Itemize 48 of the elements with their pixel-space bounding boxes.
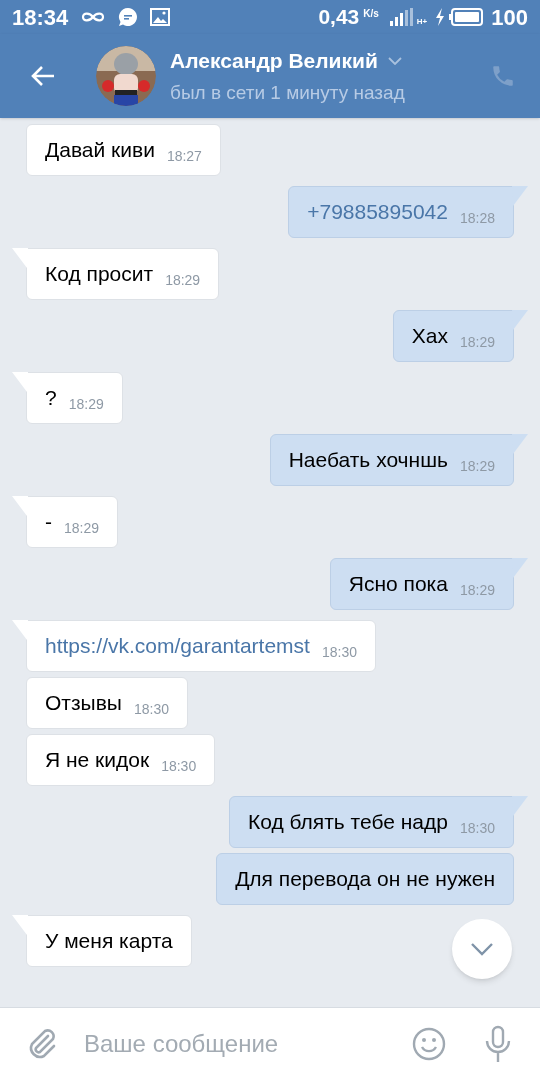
message-time: 18:29 bbox=[459, 457, 495, 476]
message-text: Хах bbox=[411, 324, 448, 348]
message-text: Давай киви bbox=[45, 138, 155, 162]
message-time: 18:29 bbox=[459, 581, 495, 600]
network-type: H+ bbox=[416, 16, 428, 28]
message-time: 18:30 bbox=[459, 819, 495, 838]
message-text: Для перевода он не нужен bbox=[235, 867, 495, 891]
message-text: Ясно пока bbox=[348, 572, 448, 596]
last-seen-status: был в сети 1 минуту назад bbox=[170, 80, 406, 105]
chevron-down-icon bbox=[470, 942, 494, 956]
message-text: Код блять тебе надр bbox=[247, 810, 448, 834]
message-time: 18:30 bbox=[161, 757, 197, 776]
status-time: 18:34 bbox=[12, 3, 69, 32]
message-text: Я не кидок bbox=[45, 748, 150, 772]
message-text: Наебать хочншь bbox=[288, 448, 448, 472]
charging-icon bbox=[435, 8, 446, 26]
chat-bubble-icon bbox=[118, 7, 139, 27]
microphone-icon[interactable] bbox=[484, 1025, 512, 1063]
speed-unit: K/s bbox=[363, 7, 379, 21]
message-time: 18:28 bbox=[459, 209, 495, 228]
phone-icon[interactable] bbox=[490, 63, 516, 89]
infinity-icon bbox=[80, 10, 107, 24]
battery-icon bbox=[449, 8, 484, 26]
message-time: 18:30 bbox=[321, 643, 357, 662]
message-text: Отзывы bbox=[45, 691, 122, 715]
image-icon bbox=[150, 8, 171, 26]
message-link[interactable]: https://vk.com/garantartemst bbox=[45, 634, 310, 658]
chevron-down-icon[interactable] bbox=[387, 56, 402, 65]
message-time: 18:29 bbox=[64, 519, 100, 538]
network-speed: 0,43 bbox=[318, 4, 360, 31]
message-composer[interactable]: Ваше сообщение bbox=[0, 1007, 540, 1080]
message-time: 18:29 bbox=[165, 271, 201, 290]
message-field[interactable]: Ваше сообщение bbox=[84, 1026, 412, 1062]
scroll-down-button[interactable] bbox=[452, 919, 512, 979]
back-icon[interactable] bbox=[30, 65, 56, 87]
signal-icon bbox=[388, 7, 413, 27]
message-time: 18:29 bbox=[68, 395, 104, 414]
message-text: ? bbox=[45, 386, 57, 410]
message-time: 18:29 bbox=[459, 333, 495, 352]
message-text: - bbox=[45, 510, 52, 534]
battery-level: 100 bbox=[491, 3, 528, 32]
message-time: 18:27 bbox=[166, 147, 202, 166]
message-time: 18:30 bbox=[133, 700, 169, 719]
message-text: У меня карта bbox=[45, 929, 173, 953]
contact-name[interactable]: Александр Великий bbox=[170, 45, 378, 77]
message-link[interactable]: +79885895042 bbox=[307, 200, 448, 224]
emoji-icon[interactable] bbox=[412, 1027, 446, 1061]
message-text: Код просит bbox=[45, 262, 154, 286]
